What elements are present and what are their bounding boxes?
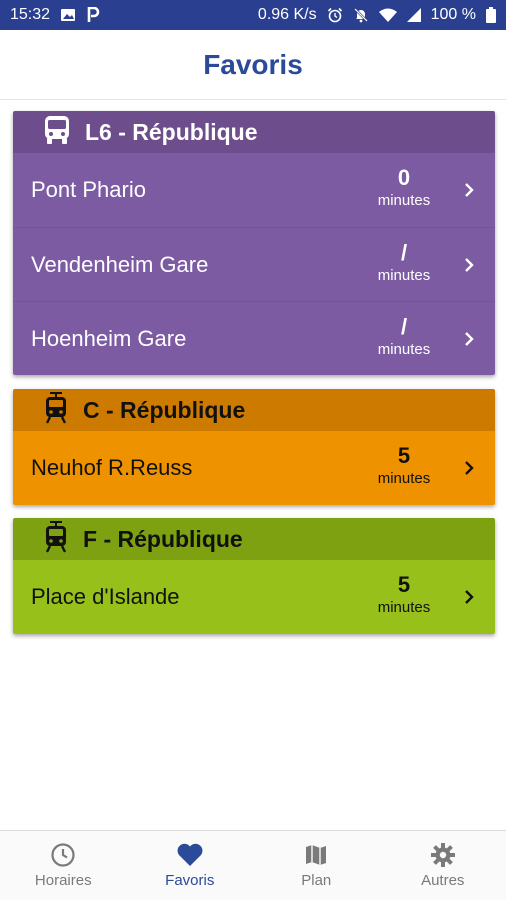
battery-level: 100 % — [430, 6, 476, 23]
nav-label: Favoris — [165, 872, 215, 889]
bell-off-icon — [353, 7, 369, 23]
line-title: F - République — [83, 525, 243, 552]
chevron-right-icon — [465, 258, 474, 272]
bottom-navigation: Horaires Favoris Plan Autres — [0, 830, 506, 900]
stop-name: Place d'Islande — [31, 584, 180, 609]
alarm-icon — [327, 7, 343, 23]
wait-time-value: / — [400, 240, 408, 265]
nav-label: Horaires — [34, 872, 92, 889]
page-title: Favoris — [203, 48, 303, 80]
wait-time-value: 0 — [397, 165, 411, 190]
nav-label: Plan — [301, 872, 332, 889]
nav-item-plan[interactable]: Plan — [253, 831, 380, 900]
wait-time-unit: minutes — [377, 341, 431, 358]
nav-item-favoris[interactable]: Favoris — [127, 831, 254, 900]
chevron-right-icon — [465, 183, 474, 197]
stop-row[interactable]: Hoenheim Gare / minutes — [13, 301, 495, 375]
clock-icon — [51, 843, 75, 867]
favorite-card-f: F - République Place d'Islande 5 minutes — [13, 518, 495, 634]
stop-name: Vendenheim Gare — [31, 251, 209, 277]
nav-label: Autres — [421, 872, 465, 889]
favorite-card-c: C - République Neuhof R.Reuss 5 minutes — [13, 389, 495, 505]
wait-time: / minutes — [369, 314, 439, 360]
wait-time-unit: minutes — [377, 470, 431, 487]
stop-name: Neuhof R.Reuss — [31, 455, 193, 480]
card-header[interactable]: F - République — [13, 518, 495, 560]
chevron-right-icon — [465, 461, 474, 475]
wait-time-unit: minutes — [377, 599, 431, 616]
card-header[interactable]: C - République — [13, 389, 495, 431]
wait-time: 5 minutes — [369, 443, 439, 489]
signal-icon — [406, 8, 421, 22]
stop-name: Hoenheim Gare — [31, 325, 187, 351]
tram-icon — [43, 391, 69, 429]
app-bar: Favoris — [0, 30, 506, 100]
heart-icon — [177, 843, 203, 866]
wifi-icon — [378, 8, 397, 22]
stop-row[interactable]: Pont Phario 0 minutes — [13, 153, 495, 227]
nav-item-horaires[interactable]: Horaires — [0, 831, 127, 900]
wait-time: / minutes — [369, 240, 439, 286]
wait-time-unit: minutes — [377, 267, 431, 284]
favorites-list: L6 - République Pont Phario 0 minutes Ve… — [0, 100, 506, 830]
wait-time-value: 5 — [397, 572, 411, 597]
stop-name: Pont Phario — [31, 177, 146, 202]
wait-time-unit: minutes — [377, 192, 431, 209]
line-title: C - République — [83, 396, 246, 423]
wait-time-value: 5 — [397, 443, 411, 468]
map-icon — [306, 845, 327, 865]
status-time: 15:32 — [10, 6, 51, 23]
stop-row[interactable]: Vendenheim Gare / minutes — [13, 227, 495, 301]
card-header[interactable]: L6 - République — [13, 111, 495, 153]
gear-icon — [430, 843, 455, 867]
tram-icon — [43, 520, 69, 558]
wait-time: 0 minutes — [369, 165, 439, 211]
stop-row[interactable]: Place d'Islande 5 minutes — [13, 560, 495, 634]
chevron-right-icon — [465, 590, 474, 604]
image-icon — [60, 8, 76, 22]
status-bar: 15:32 0.96 K/s 100 % — [0, 0, 506, 30]
favorite-card-l6: L6 - République Pont Phario 0 minutes Ve… — [13, 111, 495, 375]
chevron-right-icon — [465, 332, 474, 346]
nav-item-autres[interactable]: Autres — [380, 831, 506, 900]
stop-row[interactable]: Neuhof R.Reuss 5 minutes — [13, 431, 495, 505]
parking-icon — [86, 7, 100, 23]
battery-icon — [486, 7, 496, 23]
wait-time: 5 minutes — [369, 572, 439, 618]
bus-icon — [43, 115, 71, 150]
line-title: L6 - République — [85, 118, 258, 145]
network-speed: 0.96 K/s — [257, 6, 317, 23]
wait-time-value: / — [400, 314, 408, 339]
